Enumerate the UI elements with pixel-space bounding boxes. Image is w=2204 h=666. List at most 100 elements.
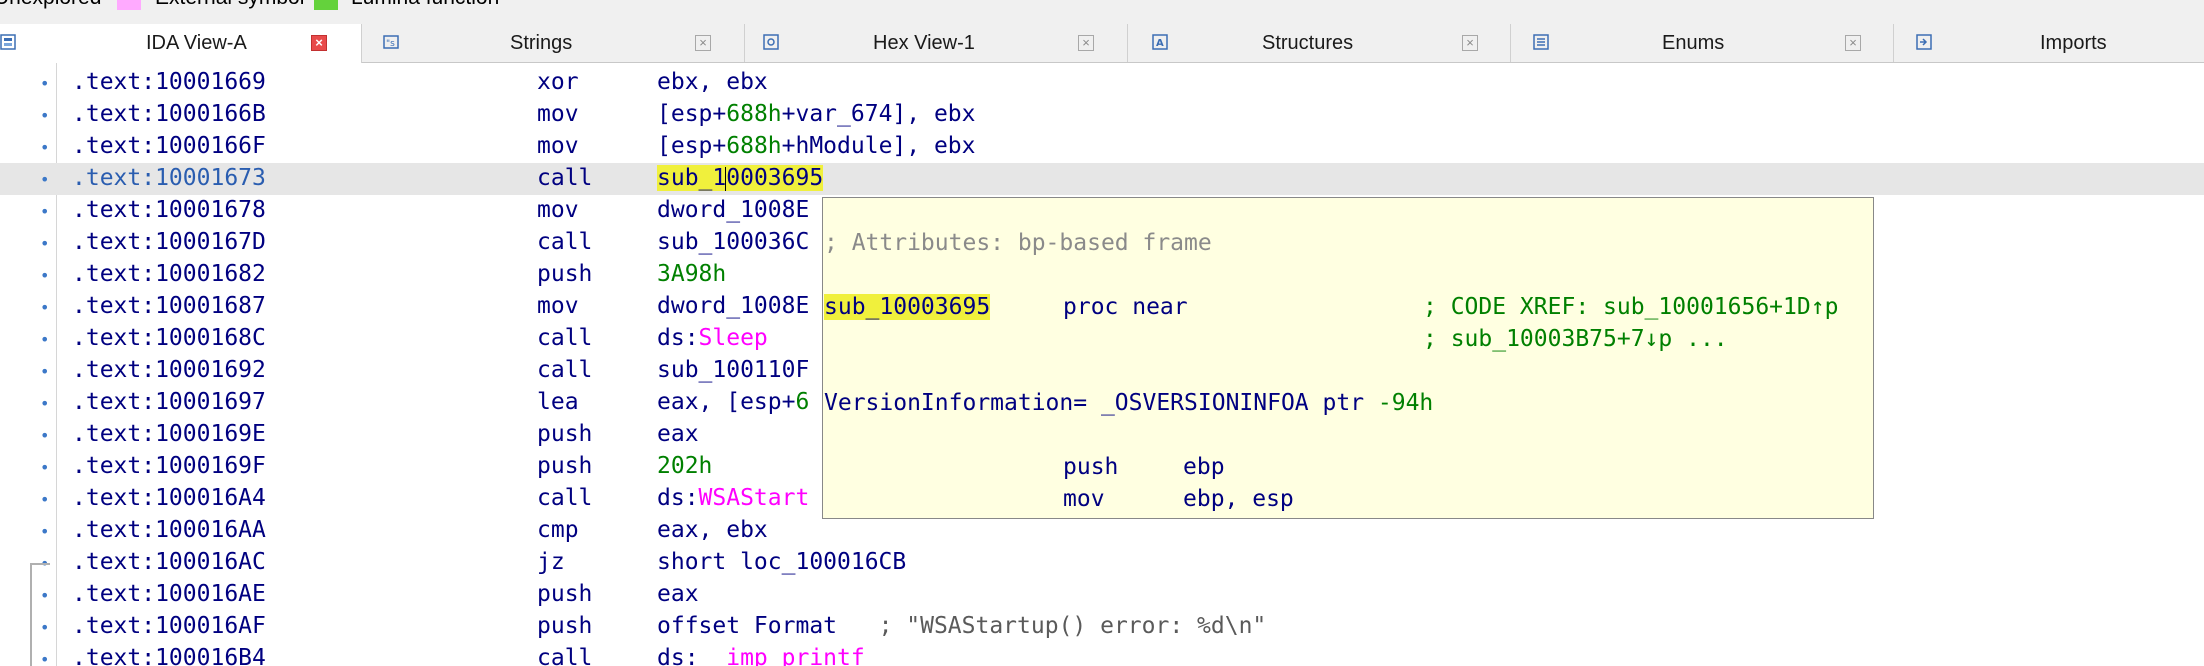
jump-arrow-line (30, 563, 32, 666)
row-mnemonic: call (537, 229, 593, 255)
popup-attributes-comment: ; Attributes: bp-based frame (824, 230, 1212, 256)
row-mnemonic: jz (537, 549, 565, 575)
row-mnemonic: call (537, 325, 593, 351)
row-address: .text:100016AF (72, 613, 266, 639)
enums-icon (1533, 34, 1549, 50)
tab-ida-view-a[interactable]: IDA View-A × (0, 24, 362, 63)
popup-var-decl: VersionInformation= _OSVERSIONINFOA ptr … (824, 390, 1434, 416)
row-operands: dword_1008E (657, 293, 810, 319)
row-address: .text:100016AC (72, 549, 266, 575)
popup-code-xref: ; CODE XREF: sub_10001656+1D↑p (1423, 294, 1839, 320)
row-mnemonic: mov (537, 197, 579, 223)
row-mnemonic: mov (537, 133, 579, 159)
close-icon[interactable]: × (695, 35, 711, 51)
legend-bar: Unexplored External symbol Lumina functi… (0, 0, 2204, 24)
row-operands-highlighted[interactable]: sub_10003695 (657, 165, 824, 191)
row-address: .text:100016AE (72, 581, 266, 607)
popup-proc-decl: proc near (1063, 294, 1188, 320)
popup-instr-operands: ebp (1183, 454, 1225, 480)
jump-arrow-start (30, 563, 50, 565)
row-mnemonic: call (537, 165, 593, 191)
close-icon[interactable]: × (311, 35, 327, 51)
row-address: .text:1000166B (72, 101, 266, 127)
tab-enums-label: Enums (1662, 32, 1725, 54)
svg-text:"s: "s (386, 39, 395, 49)
strings-window-icon: "s (383, 34, 399, 50)
row-address: .text:1000169F (72, 453, 266, 479)
row-operands: eax (657, 581, 699, 607)
row-address: .text:10001669 (72, 69, 266, 95)
row-mnemonic: mov (537, 101, 579, 127)
disasm-row[interactable]: • .text:100016AA cmp eax, ebx (0, 515, 2204, 547)
close-icon[interactable]: × (1078, 35, 1094, 51)
close-icon[interactable]: × (1845, 35, 1861, 51)
row-operands: ds:Sleep (657, 325, 768, 351)
row-mnemonic: xor (537, 69, 579, 95)
tab-imports[interactable]: Imports (1894, 24, 2204, 62)
row-operands: ds:WSAStart (657, 485, 810, 511)
tab-hex-view-1-label: Hex View-1 (873, 32, 975, 54)
row-mnemonic: mov (537, 293, 579, 319)
row-address: .text:1000166F (72, 133, 266, 159)
disasm-row[interactable]: • .text:1000166F mov [esp+688h+hModule],… (0, 131, 2204, 163)
disasm-row[interactable]: • .text:100016AE push eax (0, 579, 2204, 611)
popup-instr-mnemonic: push (1063, 454, 1119, 480)
row-operands: offset Format ; "WSAStartup() error: %d\… (657, 613, 1267, 639)
row-mnemonic: push (537, 581, 593, 607)
disasm-row[interactable]: • .text:10001669 xor ebx, ebx (0, 67, 2204, 99)
popup-instr-operands: ebp, esp (1183, 486, 1294, 512)
tab-strings[interactable]: "s Strings × (362, 24, 745, 62)
row-address: .text:100016AA (72, 517, 266, 543)
row-mnemonic: push (537, 453, 593, 479)
row-mnemonic: lea (537, 389, 579, 415)
row-operands: 3A98h (657, 261, 727, 287)
popup-proc-name: sub_10003695 (824, 294, 991, 320)
legend-unexplored-label: Unexplored (0, 0, 101, 10)
row-operands: 202h (657, 453, 713, 479)
row-address: .text:1000169E (72, 421, 266, 447)
imports-icon (1916, 34, 1932, 50)
row-address: .text:10001692 (72, 357, 266, 383)
legend-external-symbol-label: External symbol (155, 0, 304, 10)
graph-view-icon (0, 34, 16, 50)
disasm-row[interactable]: • .text:100016B4 call ds:__imp_printf (0, 643, 2204, 666)
tab-ida-view-a-label: IDA View-A (146, 32, 247, 54)
tab-enums[interactable]: Enums × (1511, 24, 1894, 62)
popup-instr-mnemonic: mov (1063, 486, 1105, 512)
legend-lumina-swatch (314, 0, 338, 10)
row-operands: [esp+688h+var_674], ebx (657, 101, 976, 127)
row-address: .text:1000168C (72, 325, 266, 351)
row-mnemonic: push (537, 421, 593, 447)
row-address: .text:10001678 (72, 197, 266, 223)
disasm-row[interactable]: • .text:1000166B mov [esp+688h+var_674],… (0, 99, 2204, 131)
row-address: .text:10001673 (72, 165, 266, 191)
tab-structures-label: Structures (1262, 32, 1354, 54)
row-mnemonic: push (537, 613, 593, 639)
row-address: .text:10001682 (72, 261, 266, 287)
disasm-row-current[interactable]: • .text:10001673 call sub_10003695 (0, 163, 2204, 195)
structures-icon: A (1152, 34, 1168, 50)
close-icon[interactable]: × (1462, 35, 1478, 51)
hint-popup: ; Attributes: bp-based frame sub_1000369… (822, 197, 1874, 519)
row-operands: [esp+688h+hModule], ebx (657, 133, 976, 159)
disasm-row[interactable]: • .text:100016AF push offset Format ; "W… (0, 611, 2204, 643)
tab-imports-label: Imports (2040, 32, 2107, 54)
legend-lumina-label: Lumina function (351, 0, 499, 10)
row-operands: ds:__imp_printf (657, 645, 865, 666)
row-operands: sub_100110F (657, 357, 810, 383)
row-address: .text:100016B4 (72, 645, 266, 666)
row-address: .text:10001687 (72, 293, 266, 319)
tab-structures[interactable]: A Structures × (1128, 24, 1511, 62)
legend-external-symbol-swatch (117, 0, 141, 10)
row-address: .text:10001697 (72, 389, 266, 415)
svg-text:A: A (1156, 38, 1164, 49)
row-address: .text:1000167D (72, 229, 266, 255)
tab-hex-view-1[interactable]: Hex View-1 × (745, 24, 1128, 62)
popup-code-xref-more: ; sub_10003B75+7↓p ... (1423, 326, 1728, 352)
row-operands: dword_1008E (657, 197, 810, 223)
hex-view-icon (763, 34, 779, 50)
row-mnemonic: push (537, 261, 593, 287)
tab-bar: IDA View-A × "s Strings × Hex View-1 × A… (0, 24, 2204, 63)
row-operands: sub_100036C (657, 229, 810, 255)
disasm-row[interactable]: • .text:100016AC jz short loc_100016CB (0, 547, 2204, 579)
